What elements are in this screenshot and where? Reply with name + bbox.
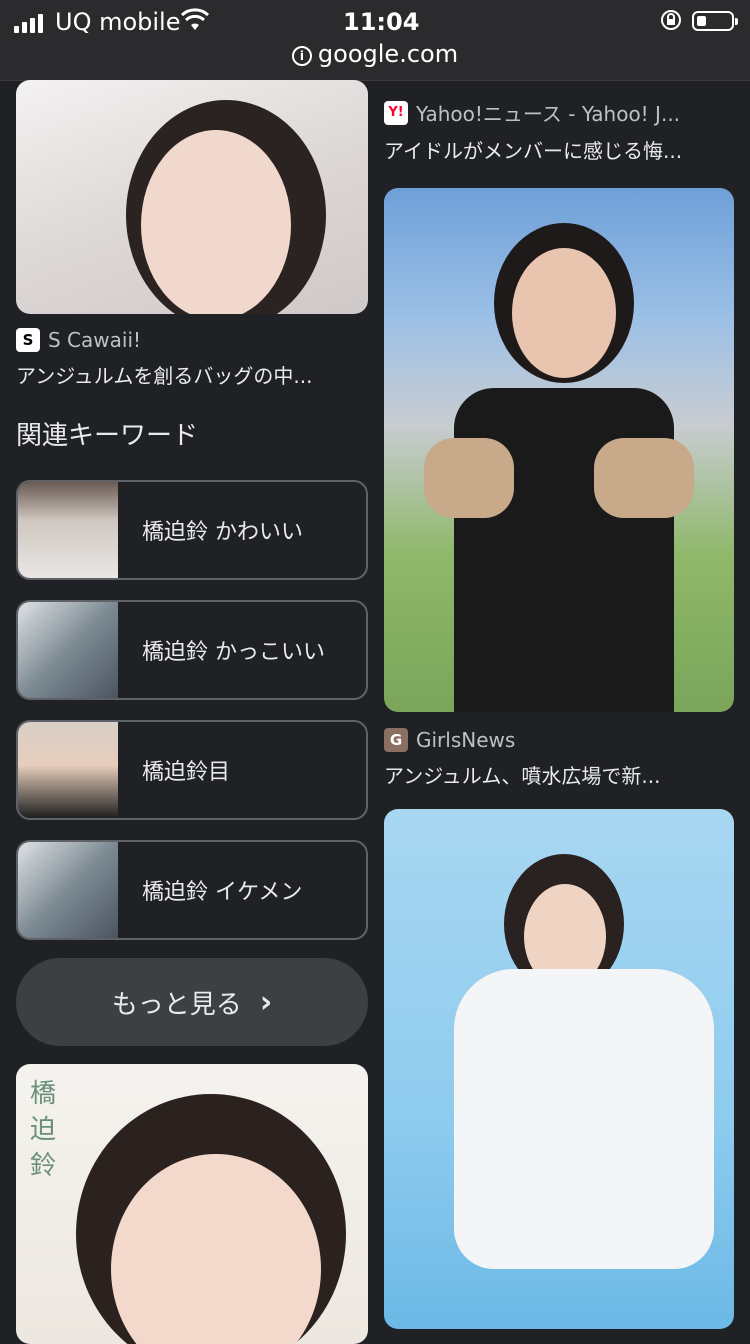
photo-sleeve-left (424, 438, 514, 518)
related-keyword-item[interactable]: 橋迫鈴 イケメン (16, 840, 368, 940)
result-caption-right-1[interactable]: アイドルがメンバーに感じる悔... (384, 135, 734, 164)
source-name: GirlsNews (416, 728, 516, 752)
battery-icon (692, 11, 738, 31)
photo-body (454, 388, 674, 712)
related-keyword-item[interactable]: 橋迫鈴 かっこいい (16, 600, 368, 700)
url-domain: google.com (317, 40, 459, 68)
result-image-right-2[interactable] (384, 809, 734, 1329)
keyword-label: 橋迫鈴 かわいい (142, 520, 303, 545)
result-source-right-2[interactable]: G GirlsNews (384, 728, 734, 752)
photo-sleeve-right (594, 438, 694, 518)
keyword-thumbnail (18, 842, 118, 938)
show-more-label: もっと見る (111, 989, 242, 1020)
yahoo-favicon-icon: Y! (384, 100, 408, 125)
result-source-right-1[interactable]: Y! Yahoo!ニュース - Yahoo! J... (384, 98, 734, 127)
keyword-label: 橋迫鈴 イケメン (142, 880, 303, 905)
signal-icon (14, 14, 43, 33)
clock: 11:04 (343, 8, 420, 36)
left-column: S S Cawaii! アンジュルムを創るバッグの中... 関連キーワード 橋迫… (16, 80, 368, 1344)
keyword-label: 橋迫鈴 かっこいい (142, 640, 325, 665)
keyword-thumbnail (18, 722, 118, 818)
show-more-button[interactable]: もっと見る › (16, 958, 368, 1046)
keyword-thumbnail (18, 482, 118, 578)
result-caption-right-2[interactable]: アンジュルム、噴水広場で新... (384, 760, 734, 789)
url-bar[interactable]: i google.com (0, 40, 750, 68)
status-bar: UQ mobile 11:04 (0, 6, 750, 36)
keyword-thumbnail (18, 602, 118, 698)
related-keyword-item[interactable]: 橋迫鈴 かわいい (16, 480, 368, 580)
carrier-name: UQ mobile (55, 8, 181, 36)
rotation-lock-icon (661, 10, 681, 30)
browser-top-bar: UQ mobile 11:04 i google.com (0, 0, 750, 81)
result-source-left-top[interactable]: S S Cawaii! (16, 328, 368, 352)
result-image-left-top[interactable] (16, 80, 368, 314)
girlsnews-favicon-icon: G (384, 728, 408, 752)
result-image-left-bottom[interactable]: 橋 迫 鈴 (16, 1064, 368, 1344)
right-column: Y! Yahoo!ニュース - Yahoo! J... アイドルがメンバーに感じ… (384, 80, 734, 1329)
photo-title-text: 橋 迫 鈴 (30, 1079, 57, 1181)
source-name: Yahoo!ニュース - Yahoo! J... (416, 102, 681, 126)
related-keywords-title: 関連キーワード (16, 421, 199, 451)
wifi-icon (180, 8, 210, 30)
keyword-label: 橋迫鈴目 (142, 760, 231, 785)
photo-face (512, 248, 616, 378)
related-keyword-item[interactable]: 橋迫鈴目 (16, 720, 368, 820)
source-name: S Cawaii! (48, 328, 142, 352)
photo-body (454, 969, 714, 1269)
info-icon[interactable]: i (291, 46, 312, 66)
related-keywords-list: 橋迫鈴 かわいい 橋迫鈴 かっこいい 橋迫鈴目 橋迫鈴 イケメン (16, 480, 368, 940)
result-image-right-1[interactable] (384, 188, 734, 712)
photo-face (141, 130, 291, 314)
result-caption-left-top[interactable]: アンジュルムを創るバッグの中... (16, 360, 368, 389)
chevron-right-icon: › (259, 984, 273, 1020)
scawaii-favicon-icon: S (16, 328, 40, 352)
